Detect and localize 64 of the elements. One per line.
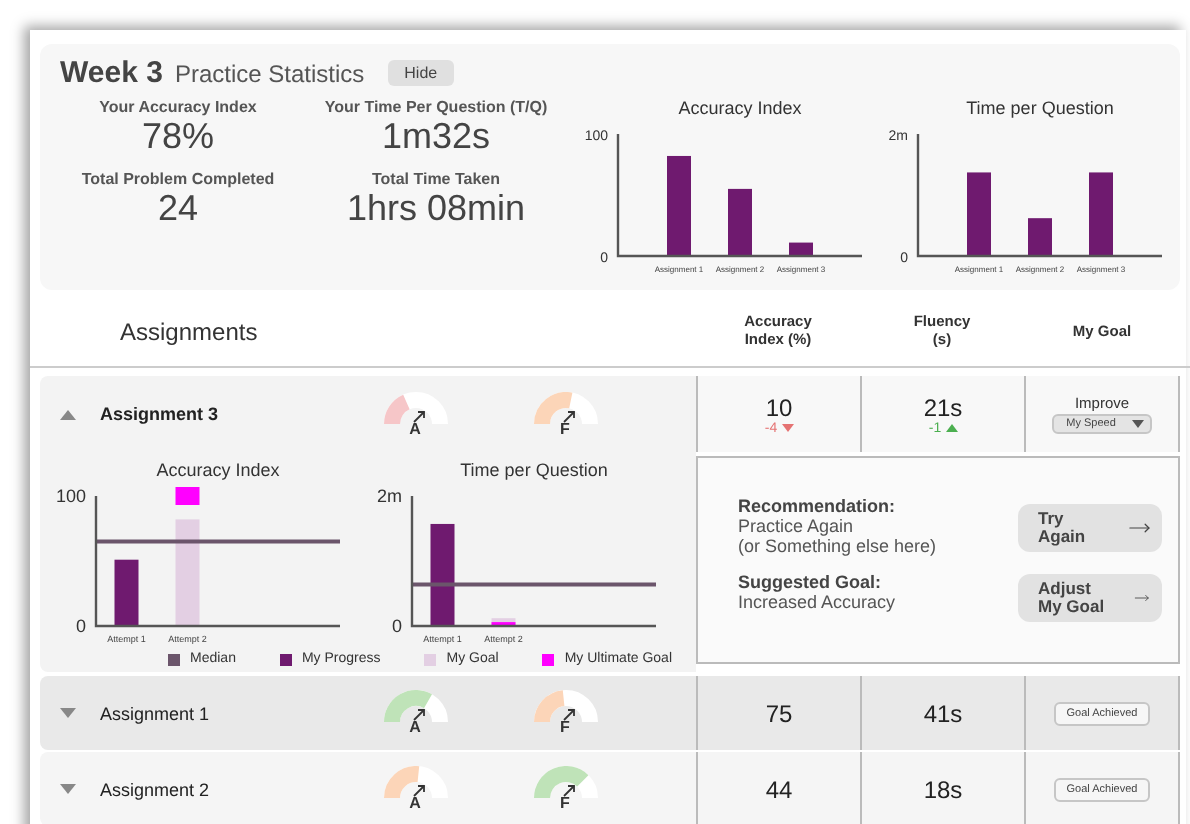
assignment-name: Assignment 3 [100,404,221,424]
arrow-icon [412,785,424,797]
dropdown-caret-icon [1131,420,1144,428]
action-button[interactable]: Try Again [1018,504,1162,552]
tick-label: 2m [376,486,402,506]
gauge-letter: F [560,718,570,736]
gauge-letter: F [560,419,570,437]
fluency-value: 41s [923,699,963,727]
chart-title: Time per Question [966,98,1114,118]
panel-title: Practice Statistics [174,59,365,87]
chart-title: Accuracy Index [156,460,280,480]
bar [667,155,691,256]
assignment-name: Assignment 1 [100,703,212,723]
accuracy-value: 75 [765,699,793,727]
gauge-track [533,690,597,723]
arrow-icon [412,709,424,721]
stat-label: Total Time Taken [371,170,500,188]
chart-title: Accuracy Index [678,98,802,118]
arrow-icon [562,785,574,797]
gauge-track [383,690,447,723]
stat-label: Total Problem Completed [81,170,275,188]
chart-title: Time per Question [460,460,608,480]
arrow-icon [412,410,424,422]
recommendation-text: Increased Accuracy [738,593,898,614]
arrow-icon [562,709,574,721]
stat-value: 78% [141,116,215,158]
bar [114,559,139,626]
caret-icon[interactable] [60,708,76,718]
section-heading: Assignments [120,318,260,346]
hide-button[interactable]: Hide [388,60,454,86]
bar [728,188,752,256]
bar [967,172,991,256]
assignment-name: Assignment 2 [100,779,212,799]
recommendation-heading: Suggested Goal: [738,573,884,594]
caret-icon[interactable] [60,409,76,419]
goal-marker [175,487,200,505]
recommendation-note: (or Something else here) [738,538,939,558]
recommendation-heading: Recommendation: [738,498,898,519]
bar [1028,218,1052,256]
stat-value: 24 [157,188,199,230]
gauge-letter: A [409,419,421,437]
week-title: Week 3 [60,56,163,90]
fluency-value: 21s [923,393,963,421]
accuracy-value: 44 [765,775,793,803]
caret-icon[interactable] [60,784,76,794]
fluency-value: 18s [923,775,963,803]
arrow-icon [562,410,574,422]
recommendation-text: Practice Again [738,518,856,539]
gauge-letter: A [409,794,421,812]
bar [175,519,200,626]
stat-value: 1m32s [381,116,491,158]
action-button[interactable]: Adjust My Goal [1018,573,1162,622]
tick-label: 0 [75,616,86,636]
tick-label: 100 [55,486,86,506]
gauge-letter: A [409,718,421,736]
gauge-letter: F [560,794,570,812]
tick-label: 0 [391,616,402,636]
bar [430,523,455,626]
stat-value: 1hrs 08min [346,188,526,230]
stat-label: Your Time Per Question (T/Q) [324,98,548,116]
bar [1089,172,1113,256]
accuracy-value: 10 [765,393,793,421]
stat-label: Your Accuracy Index [99,98,257,116]
bar [789,242,813,256]
